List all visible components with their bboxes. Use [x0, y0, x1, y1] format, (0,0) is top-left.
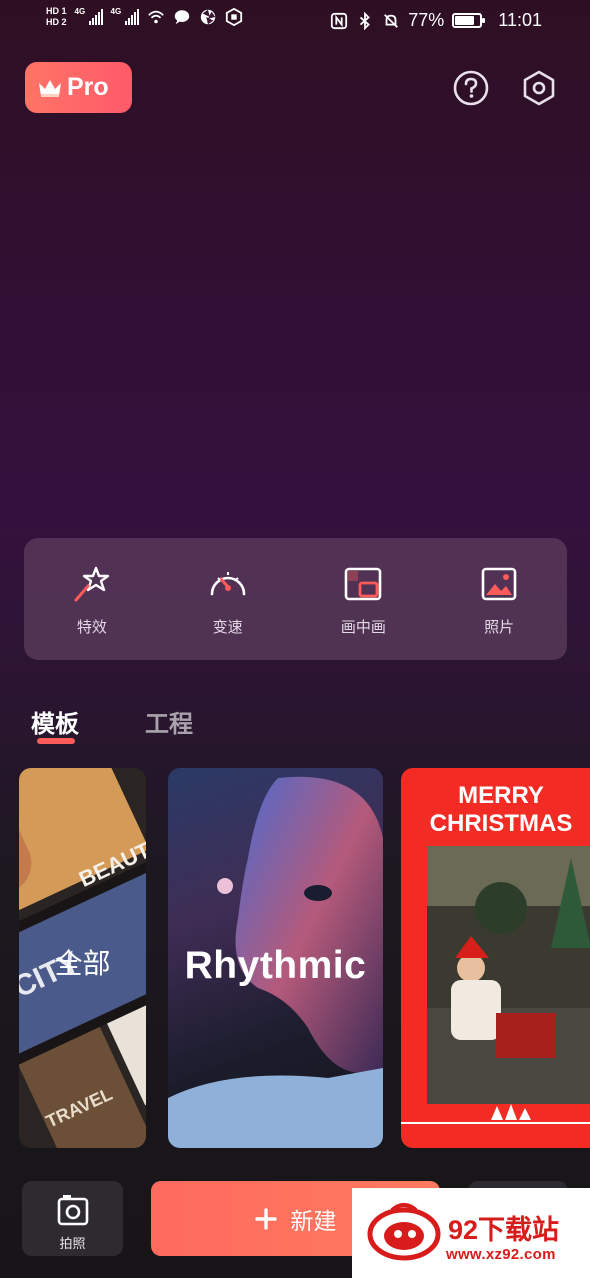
template-card-rhythmic[interactable]: Rhythmic	[168, 768, 383, 1148]
tool-effects[interactable]: 特效	[24, 538, 160, 660]
watermark: 92下载站 www.xz92.com	[352, 1188, 590, 1278]
status-right: 77% 11:01	[330, 10, 542, 31]
battery-icon	[452, 13, 486, 28]
battery-percent: 77%	[408, 10, 445, 30]
chat-bubble-icon	[174, 10, 189, 25]
plus-icon	[254, 1207, 277, 1230]
new-project-label: 新建	[290, 1207, 337, 1234]
tool-pip[interactable]: 画中画	[296, 538, 432, 660]
christmas-photo	[401, 846, 590, 1124]
aperture-icon	[200, 9, 215, 25]
bluetooth-icon	[360, 11, 371, 30]
hd-indicators: HD 1 HD 2	[46, 6, 67, 28]
help-icon[interactable]	[452, 69, 490, 107]
tab-projects[interactable]: 工程	[145, 704, 193, 739]
hd1-indicator: HD 1	[46, 6, 67, 16]
pro-button[interactable]: Pro	[25, 62, 132, 113]
tool-speed-label: 变速	[212, 619, 243, 636]
tool-speed[interactable]: 变速	[160, 538, 296, 660]
nfc-icon	[331, 12, 348, 29]
picture-in-picture-icon	[345, 567, 382, 601]
tool-photo-label: 照片	[484, 619, 515, 636]
crown-icon	[39, 79, 61, 97]
template-card-christmas[interactable]: MERRY CHRISTMAS	[401, 768, 590, 1148]
speedometer-icon	[210, 572, 245, 596]
camera-label: 拍照	[59, 1236, 86, 1251]
camera-icon	[57, 1195, 88, 1226]
template-card-all[interactable]: BEAUTY CITY TRAVEL 全部	[19, 768, 146, 1148]
app-screen: HD 1 HD 2 4G 4G 77% 11:01 Pro 特效 变速 画中画 …	[0, 0, 590, 1278]
status-bar: HD 1 HD 2 4G 4G 77% 11:01	[0, 0, 590, 44]
muted-bell-icon	[384, 13, 399, 28]
network1-type: 4G	[74, 7, 86, 16]
watermark-logo-icon	[367, 1203, 441, 1261]
settings-icon[interactable]	[520, 69, 558, 107]
tab-indicator	[37, 738, 75, 744]
tool-pip-label: 画中画	[340, 619, 386, 636]
pro-label: Pro	[67, 73, 109, 101]
wifi-icon	[147, 10, 164, 24]
tab-templates[interactable]: 模板	[31, 704, 79, 739]
card-all-title: 全部	[54, 948, 111, 979]
tool-photo[interactable]: 照片	[431, 538, 567, 660]
hexagon-app-icon	[225, 8, 242, 26]
battery-fill	[455, 16, 474, 25]
hd2-indicator: HD 2	[46, 17, 67, 27]
watermark-text: 92下载站	[448, 1215, 560, 1245]
quick-tools-panel: 特效 变速 画中画 照片	[24, 538, 567, 660]
watermark-url: www.xz92.com	[446, 1246, 556, 1263]
signal1-icon: 4G	[74, 7, 103, 25]
signal2-icon: 4G	[110, 7, 139, 25]
network2-type: 4G	[110, 7, 122, 16]
status-left: HD 1 HD 2 4G 4G	[46, 6, 243, 28]
card-rhythmic-title: Rhythmic	[184, 944, 367, 987]
image-icon	[481, 567, 517, 601]
clock: 11:01	[498, 10, 542, 30]
tool-effects-label: 特效	[76, 619, 107, 636]
magic-wand-star-icon	[74, 566, 110, 602]
camera-button[interactable]: 拍照	[22, 1181, 123, 1256]
